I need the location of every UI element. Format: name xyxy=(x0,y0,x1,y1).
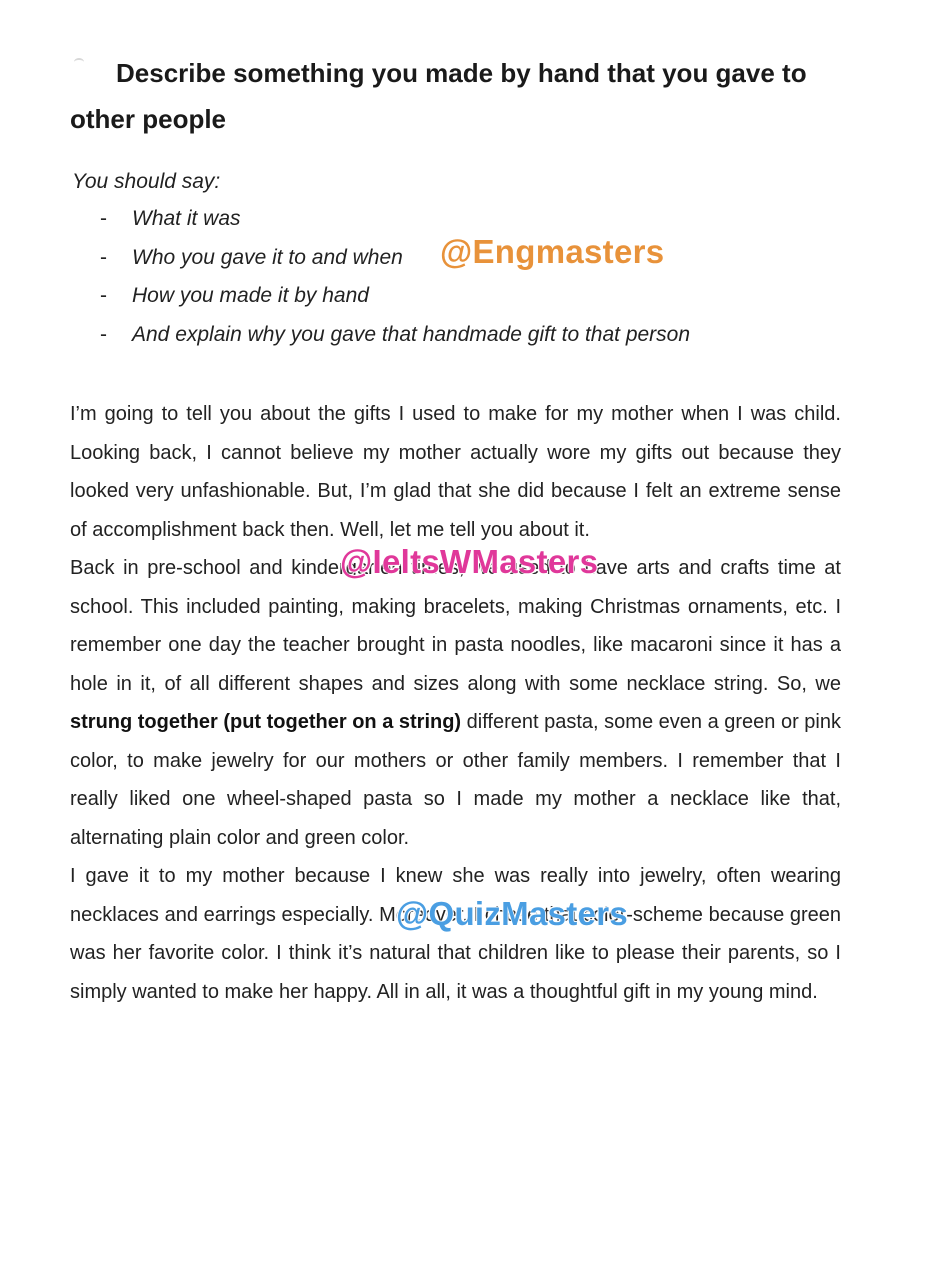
question-title: Describe something you made by hand that… xyxy=(70,58,807,134)
watermark-ieltswmasters: @IeltsWMasters xyxy=(340,543,599,580)
cue-item: - And explain why you gave that handmade … xyxy=(100,323,690,362)
cue-text: How you made it by hand xyxy=(132,284,369,307)
cue-bullet: - xyxy=(100,207,107,230)
cue-bullet: - xyxy=(100,245,107,269)
answer-paragraph-2: Back in pre-school and kindergarten time… xyxy=(70,549,841,857)
cue-item: - How you made it by hand xyxy=(100,284,690,323)
answer-paragraph-3: I gave it to my mother because I knew sh… xyxy=(70,865,841,1003)
cue-bullet: - xyxy=(100,322,107,346)
cue-text: And explain why you gave that handmade g… xyxy=(132,322,691,346)
vocabulary-highlight: strung together (put together on a strin… xyxy=(70,711,462,733)
should-say-label: You should say: xyxy=(72,170,221,193)
watermark-engmasters: @Engmasters xyxy=(440,233,665,270)
document-page: Describe something you made by hand that… xyxy=(0,0,950,1280)
cue-card-list: - What it was - Who you gave it to and whe… xyxy=(100,207,690,361)
answer-paragraph-1: I’m going to tell you about the gifts I … xyxy=(70,403,841,541)
cue-text: What it was xyxy=(132,207,241,230)
cue-bullet: - xyxy=(100,284,107,307)
watermark-quizmasters: @QuizMasters xyxy=(396,895,629,932)
cue-text: Who you gave it to and when xyxy=(132,245,403,269)
